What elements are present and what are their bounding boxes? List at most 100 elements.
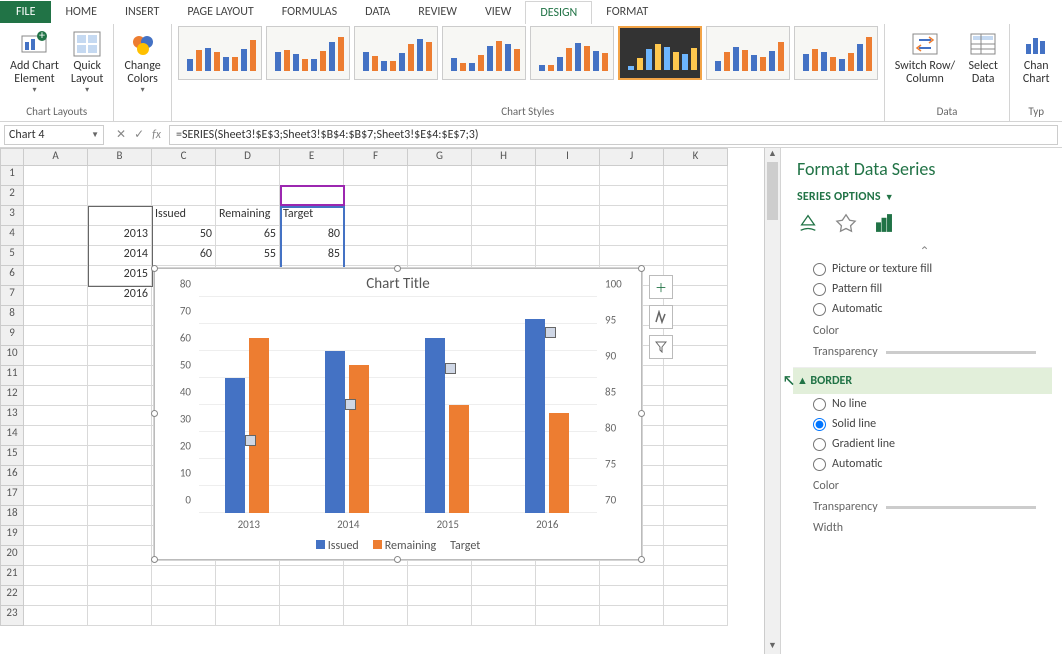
row-header-21[interactable]: 21 bbox=[0, 566, 24, 586]
cell-D3[interactable]: Remaining bbox=[216, 206, 280, 226]
cell-F22[interactable] bbox=[344, 586, 408, 606]
cell-D22[interactable] bbox=[216, 586, 280, 606]
cell-J23[interactable] bbox=[600, 606, 664, 626]
tab-page-layout[interactable]: PAGE LAYOUT bbox=[173, 1, 267, 23]
cell-B9[interactable] bbox=[88, 326, 152, 346]
cell-H1[interactable] bbox=[472, 166, 536, 186]
cell-G2[interactable] bbox=[408, 186, 472, 206]
cell-B5[interactable]: 2014 bbox=[88, 246, 152, 266]
chart-styles-button[interactable] bbox=[649, 305, 673, 329]
cell-C22[interactable] bbox=[152, 586, 216, 606]
plot-area[interactable] bbox=[199, 299, 597, 513]
worksheet[interactable]: ABCDEFGHIJK 123IssuedRemainingTarget4201… bbox=[0, 148, 764, 654]
cell-B18[interactable] bbox=[88, 506, 152, 526]
row-header-23[interactable]: 23 bbox=[0, 606, 24, 626]
bar-issued-2016[interactable] bbox=[525, 319, 545, 513]
cell-K18[interactable] bbox=[664, 506, 728, 526]
cell-D1[interactable] bbox=[216, 166, 280, 186]
cell-K19[interactable] bbox=[664, 526, 728, 546]
embedded-chart[interactable]: Chart Title 01020304050607080 7075808590… bbox=[154, 268, 642, 560]
bar-issued-2014[interactable] bbox=[325, 351, 345, 513]
cell-K6[interactable] bbox=[664, 266, 728, 286]
bar-remaining-2016[interactable] bbox=[549, 413, 569, 513]
col-header-C[interactable]: C bbox=[152, 148, 216, 166]
scroll-thumb[interactable] bbox=[767, 162, 778, 220]
cell-C1[interactable] bbox=[152, 166, 216, 186]
cell-F23[interactable] bbox=[344, 606, 408, 626]
row-header-2[interactable]: 2 bbox=[0, 186, 24, 206]
change-colors-button[interactable]: Change Colors▾ bbox=[120, 26, 164, 97]
bar-remaining-2015[interactable] bbox=[449, 405, 469, 513]
cell-A3[interactable] bbox=[24, 206, 88, 226]
fill-line-icon[interactable] bbox=[797, 212, 819, 234]
cell-D2[interactable] bbox=[216, 186, 280, 206]
cell-I1[interactable] bbox=[536, 166, 600, 186]
cell-J22[interactable] bbox=[600, 586, 664, 606]
add-chart-element-button[interactable]: + Add Chart Element▾ bbox=[6, 26, 63, 97]
cell-K20[interactable] bbox=[664, 546, 728, 566]
cell-K21[interactable] bbox=[664, 566, 728, 586]
cell-K14[interactable] bbox=[664, 426, 728, 446]
chart-style-5[interactable] bbox=[530, 26, 614, 80]
cell-J1[interactable] bbox=[600, 166, 664, 186]
border-transparency[interactable]: Transparency bbox=[797, 498, 1052, 516]
row-header-9[interactable]: 9 bbox=[0, 326, 24, 346]
cell-H5[interactable] bbox=[472, 246, 536, 266]
cell-F21[interactable] bbox=[344, 566, 408, 586]
cell-B15[interactable] bbox=[88, 446, 152, 466]
cell-J21[interactable] bbox=[600, 566, 664, 586]
name-box[interactable]: Chart 4▼ bbox=[4, 125, 104, 145]
formula-input[interactable]: =SERIES(Sheet3!$E$3;Sheet3!$B$4:$B$7;She… bbox=[169, 125, 1058, 145]
target-marker-2015[interactable] bbox=[445, 363, 456, 374]
cell-C3[interactable]: Issued bbox=[152, 206, 216, 226]
col-header-J[interactable]: J bbox=[600, 148, 664, 166]
col-header-G[interactable]: G bbox=[408, 148, 472, 166]
col-header-E[interactable]: E bbox=[280, 148, 344, 166]
cell-D21[interactable] bbox=[216, 566, 280, 586]
chevron-down-icon[interactable]: ▼ bbox=[91, 130, 99, 140]
tab-formulas[interactable]: FORMULAS bbox=[268, 1, 351, 23]
chart-style-6[interactable] bbox=[618, 26, 702, 80]
row-header-14[interactable]: 14 bbox=[0, 426, 24, 446]
cell-A8[interactable] bbox=[24, 306, 88, 326]
cell-F1[interactable] bbox=[344, 166, 408, 186]
cell-E5[interactable]: 85 bbox=[280, 246, 344, 266]
chart-style-4[interactable] bbox=[442, 26, 526, 80]
row-header-10[interactable]: 10 bbox=[0, 346, 24, 366]
cell-H23[interactable] bbox=[472, 606, 536, 626]
cell-A22[interactable] bbox=[24, 586, 88, 606]
bar-remaining-2014[interactable] bbox=[349, 365, 369, 514]
border-no-line[interactable]: No line bbox=[797, 394, 1052, 414]
cell-E3[interactable]: Target bbox=[280, 206, 344, 226]
cell-A1[interactable] bbox=[24, 166, 88, 186]
row-header-19[interactable]: 19 bbox=[0, 526, 24, 546]
cell-C21[interactable] bbox=[152, 566, 216, 586]
row-header-16[interactable]: 16 bbox=[0, 466, 24, 486]
cell-B20[interactable] bbox=[88, 546, 152, 566]
cell-B13[interactable] bbox=[88, 406, 152, 426]
cell-A12[interactable] bbox=[24, 386, 88, 406]
cell-A23[interactable] bbox=[24, 606, 88, 626]
row-header-11[interactable]: 11 bbox=[0, 366, 24, 386]
cell-B12[interactable] bbox=[88, 386, 152, 406]
cell-A4[interactable] bbox=[24, 226, 88, 246]
cell-J3[interactable] bbox=[600, 206, 664, 226]
cell-E4[interactable]: 80 bbox=[280, 226, 344, 246]
cell-E2[interactable] bbox=[280, 186, 344, 206]
col-header-A[interactable]: A bbox=[24, 148, 88, 166]
fill-picture-option[interactable]: Picture or texture fill bbox=[797, 259, 1052, 279]
row-header-3[interactable]: 3 bbox=[0, 206, 24, 226]
cell-A10[interactable] bbox=[24, 346, 88, 366]
cell-A6[interactable] bbox=[24, 266, 88, 286]
cell-B4[interactable]: 2013 bbox=[88, 226, 152, 246]
cell-H21[interactable] bbox=[472, 566, 536, 586]
cell-G3[interactable] bbox=[408, 206, 472, 226]
vertical-scrollbar[interactable]: ▲ ▼ bbox=[764, 148, 780, 654]
cell-A18[interactable] bbox=[24, 506, 88, 526]
cell-K3[interactable] bbox=[664, 206, 728, 226]
fx-icon[interactable]: fx bbox=[152, 128, 161, 142]
row-header-22[interactable]: 22 bbox=[0, 586, 24, 606]
tab-review[interactable]: REVIEW bbox=[404, 1, 471, 23]
cell-G22[interactable] bbox=[408, 586, 472, 606]
row-header-4[interactable]: 4 bbox=[0, 226, 24, 246]
